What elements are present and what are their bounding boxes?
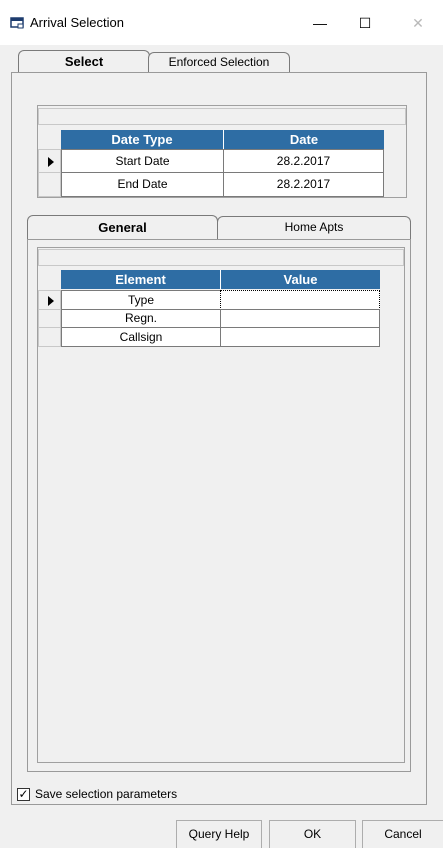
element-cell[interactable]: Callsign	[61, 327, 221, 347]
date-type-column-header[interactable]: Date Type	[61, 130, 224, 149]
row-selector[interactable]	[38, 309, 61, 328]
maximize-button[interactable]: ☐	[342, 10, 388, 36]
row-selector[interactable]	[38, 327, 61, 347]
window-title: Arrival Selection	[30, 15, 124, 30]
tab-select[interactable]: Select	[18, 50, 150, 74]
row-selector[interactable]	[38, 290, 61, 310]
tab-enforced-selection[interactable]: Enforced Selection	[148, 52, 290, 72]
element-grid-group-strip	[38, 249, 404, 266]
app-icon	[10, 17, 24, 29]
element-column-header[interactable]: Element	[61, 270, 221, 289]
close-button[interactable]: ✕	[395, 10, 441, 36]
query-help-button[interactable]: Query Help	[176, 820, 262, 848]
row-selector[interactable]	[38, 172, 61, 197]
date-cell[interactable]: 28.2.2017	[223, 149, 384, 173]
cancel-button[interactable]: Cancel	[362, 820, 443, 848]
date-column-header[interactable]: Date	[224, 130, 384, 149]
date-type-cell[interactable]: End Date	[61, 172, 224, 197]
date-grid-group-strip	[38, 108, 406, 125]
save-selection-checkbox[interactable]: ✓	[17, 788, 30, 801]
minimize-button[interactable]: —	[297, 10, 343, 36]
date-type-cell[interactable]: Start Date	[61, 149, 224, 173]
save-selection-label[interactable]: Save selection parameters	[35, 787, 177, 801]
value-cell[interactable]	[220, 290, 380, 310]
value-column-header[interactable]: Value	[221, 270, 380, 289]
element-cell[interactable]: Type	[61, 290, 221, 310]
current-row-arrow-icon	[48, 296, 54, 306]
value-cell[interactable]	[220, 327, 380, 347]
title-bar: Arrival Selection — ☐ ✕	[0, 0, 443, 45]
current-row-arrow-icon	[48, 157, 54, 167]
row-selector[interactable]	[38, 149, 61, 173]
tab-home-apts[interactable]: Home Apts	[217, 216, 411, 239]
ok-button[interactable]: OK	[269, 820, 356, 848]
tab-general[interactable]: General	[27, 215, 218, 240]
element-cell[interactable]: Regn.	[61, 309, 221, 328]
date-cell[interactable]: 28.2.2017	[223, 172, 384, 197]
value-cell[interactable]	[220, 309, 380, 328]
